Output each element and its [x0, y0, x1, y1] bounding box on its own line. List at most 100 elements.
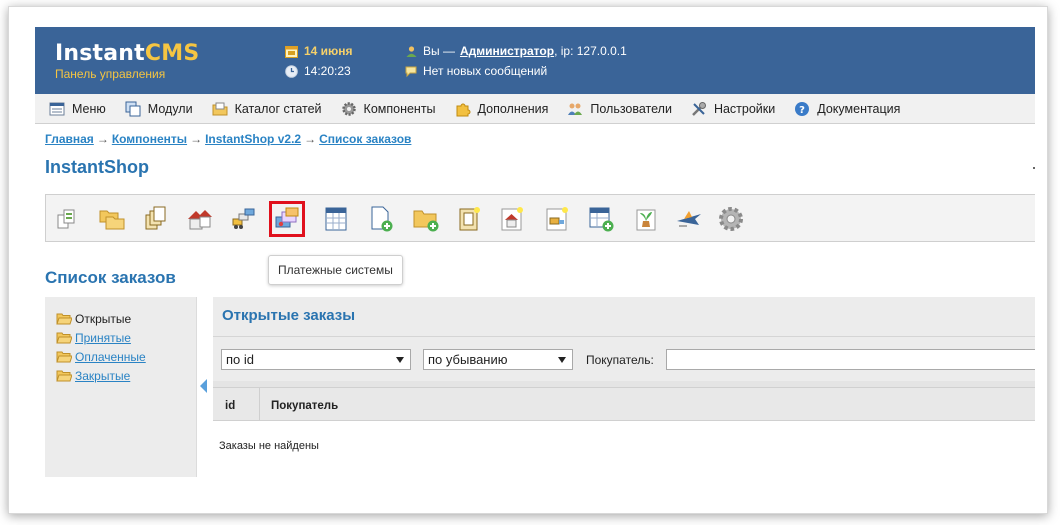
- tb-import-button[interactable]: [628, 201, 664, 237]
- tb-categories-button[interactable]: [94, 201, 130, 237]
- toolbar: [45, 194, 1035, 242]
- column-header-id[interactable]: id: [213, 388, 260, 420]
- buyer-input[interactable]: [666, 349, 1035, 370]
- table-icon: [325, 207, 347, 231]
- tb-items-button[interactable]: [50, 201, 86, 237]
- folder-open-icon: [56, 332, 72, 344]
- sidebar-item-open[interactable]: Открытые: [56, 309, 196, 328]
- panel-header: Открытые заказы: [213, 297, 1035, 337]
- menu-item-addons[interactable]: Дополнения: [455, 101, 549, 117]
- tb-settings-button[interactable]: [713, 201, 749, 237]
- menu-icon: [49, 102, 65, 115]
- tb-payment-systems-button[interactable]: [269, 201, 305, 237]
- folders-icon: [99, 210, 125, 230]
- chevron-down-icon: [558, 357, 566, 363]
- payment-cards-icon: [275, 207, 299, 228]
- users-icon: [568, 103, 583, 115]
- orders-sidebar: Открытые Принятые Оплаченные Закрытые: [45, 297, 197, 477]
- breadcrumb-separator: →: [96, 132, 109, 146]
- toolbar-tooltip: Платежные системы: [268, 255, 403, 285]
- tools-icon: [692, 101, 706, 116]
- sort-order-select[interactable]: по убыванию: [423, 349, 573, 370]
- user-name-link[interactable]: Администратор: [460, 44, 554, 58]
- breadcrumb-components[interactable]: Компоненты: [112, 132, 187, 146]
- tb-vendors-button[interactable]: [182, 201, 218, 237]
- tb-new-item-button[interactable]: [363, 201, 399, 237]
- copies-icon: [145, 206, 166, 230]
- tb-delivery-button[interactable]: [226, 201, 262, 237]
- modules-icon: [125, 101, 141, 116]
- menu-item-components[interactable]: Компоненты: [341, 101, 436, 117]
- user-prefix: Вы —: [423, 44, 455, 58]
- main-menu: Меню Модули Каталог статей Компоненты До…: [35, 94, 1035, 124]
- menu-item-docs[interactable]: ? Документация: [794, 101, 900, 117]
- svg-text:?: ?: [799, 105, 805, 116]
- menu-label: Пользователи: [590, 101, 672, 116]
- puzzle-icon: [456, 103, 471, 116]
- gear-icon: [341, 101, 356, 116]
- menu-label: Каталог статей: [234, 101, 322, 116]
- menu-label: Компоненты: [363, 101, 436, 116]
- tb-copies-button[interactable]: [138, 201, 174, 237]
- user-ip: , ip: 127.0.0.1: [554, 44, 627, 58]
- sidebar-item-paid[interactable]: Оплаченные: [56, 347, 196, 366]
- table-header: id Покупатель: [213, 387, 1035, 421]
- help-icon: ?: [795, 101, 810, 116]
- breadcrumb-separator: →: [304, 132, 317, 146]
- column-header-buyer[interactable]: Покупатель: [271, 400, 338, 412]
- menu-item-modules[interactable]: Модули: [125, 101, 193, 117]
- sort-field-value: по id: [226, 352, 254, 367]
- menu-item-catalog[interactable]: Каталог статей: [212, 101, 322, 117]
- current-date: 14 июня: [304, 44, 353, 58]
- sidebar-item-accepted[interactable]: Принятые: [56, 328, 196, 347]
- tb-export-button[interactable]: [671, 201, 707, 237]
- folder-open-icon: [56, 313, 72, 325]
- menu-item-menu[interactable]: Меню: [49, 101, 106, 117]
- tb-new-copy-button[interactable]: [451, 201, 487, 237]
- collapse-sidebar-arrow-icon[interactable]: [200, 379, 207, 393]
- menu-label: Настройки: [713, 101, 776, 116]
- menu-label: Дополнения: [477, 101, 549, 116]
- sidebar-item-label: Принятые: [75, 330, 131, 345]
- logo[interactable]: InstantCMS Панель управления: [55, 41, 199, 81]
- add-document-icon: [371, 206, 393, 232]
- plane-icon: [677, 211, 701, 227]
- tb-new-category-button[interactable]: [408, 201, 444, 237]
- breadcrumb-instantshop[interactable]: InstantShop v2.2: [205, 132, 301, 146]
- menu-item-settings[interactable]: Настройки: [691, 101, 775, 117]
- decorative-dot: [1033, 167, 1035, 169]
- top-header: InstantCMS Панель управления 14 июня 14:…: [35, 27, 1035, 94]
- new-clipboard-icon: [459, 207, 480, 231]
- clock-icon: [285, 64, 298, 78]
- sidebar-item-closed[interactable]: Закрытые: [56, 366, 196, 385]
- plant-import-icon: [636, 209, 656, 231]
- sidebar-item-label: Открытые: [75, 311, 132, 326]
- breadcrumb-orders[interactable]: Список заказов: [319, 132, 411, 146]
- messages-icon: [405, 66, 417, 77]
- filter-bar: по id по убыванию Покупатель:: [213, 337, 1035, 381]
- breadcrumb-home[interactable]: Главная: [45, 132, 94, 146]
- tb-new-table-button[interactable]: [583, 201, 619, 237]
- menu-label: Документация: [817, 101, 901, 116]
- tb-table-button[interactable]: [318, 201, 354, 237]
- sort-field-select[interactable]: по id: [221, 349, 411, 370]
- delivery-icon: [232, 208, 255, 229]
- tb-new-vendor-button[interactable]: [494, 201, 530, 237]
- sidebar-item-label: Закрытые: [75, 368, 131, 383]
- catalog-icon: [212, 102, 228, 115]
- buyer-label: Покупатель:: [586, 353, 654, 367]
- current-time: 14:20:23: [304, 64, 351, 78]
- user-icon: [406, 45, 417, 57]
- menu-item-users[interactable]: Пользователи: [567, 101, 672, 117]
- menu-label: Меню: [72, 101, 106, 116]
- new-house-icon: [501, 207, 523, 231]
- folder-open-icon: [56, 351, 72, 363]
- sidebar-item-label: Оплаченные: [75, 349, 146, 364]
- gear-icon: [719, 207, 743, 231]
- messages-status[interactable]: Нет новых сообщений: [423, 64, 547, 78]
- user-info: Вы — Администратор, ip: 127.0.0.1 Нет но…: [405, 41, 627, 81]
- sort-order-value: по убыванию: [428, 352, 508, 367]
- tb-new-delivery-button[interactable]: [539, 201, 575, 237]
- section-title: Список заказов: [45, 268, 176, 287]
- panel-title: Открытые заказы: [222, 307, 356, 324]
